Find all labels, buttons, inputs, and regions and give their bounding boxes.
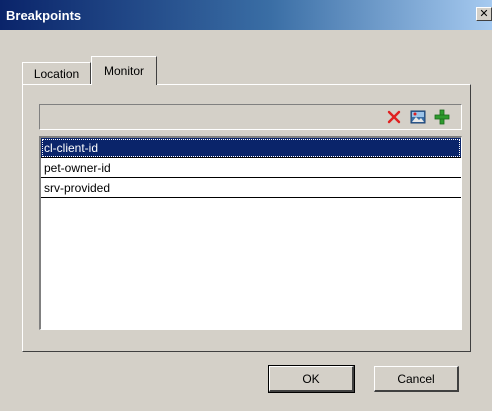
window-title: Breakpoints bbox=[6, 7, 82, 23]
cancel-button-label: Cancel bbox=[397, 371, 435, 386]
close-button[interactable]: ✕ bbox=[476, 7, 492, 21]
monitor-tab-panel: cl-client-id pet-owner-id srv-provided bbox=[22, 84, 471, 352]
breakpoints-dialog: Breakpoints ✕ Location Monitor cl-client… bbox=[0, 0, 492, 411]
close-icon: ✕ bbox=[479, 7, 489, 20]
cancel-button[interactable]: Cancel bbox=[374, 366, 459, 392]
title-bar[interactable]: Breakpoints ✕ bbox=[0, 0, 492, 30]
list-item[interactable]: srv-provided bbox=[41, 178, 461, 198]
ok-button-label: OK bbox=[302, 371, 320, 386]
list-item[interactable]: cl-client-id bbox=[41, 138, 461, 158]
list-item-label: pet-owner-id bbox=[44, 160, 111, 175]
image-icon[interactable] bbox=[410, 109, 426, 125]
list-toolbar bbox=[39, 104, 462, 130]
tab-monitor-label: Monitor bbox=[103, 64, 144, 78]
list-item-label: srv-provided bbox=[44, 180, 111, 195]
delete-icon[interactable] bbox=[386, 109, 402, 125]
tab-location-label: Location bbox=[33, 66, 80, 81]
add-icon[interactable] bbox=[434, 109, 450, 125]
list-item[interactable]: pet-owner-id bbox=[41, 158, 461, 178]
monitor-list[interactable]: cl-client-id pet-owner-id srv-provided bbox=[39, 136, 462, 330]
tab-location[interactable]: Location bbox=[22, 62, 91, 84]
ok-button[interactable]: OK bbox=[268, 365, 355, 393]
list-item-label: cl-client-id bbox=[44, 140, 99, 155]
tab-monitor[interactable]: Monitor bbox=[91, 56, 157, 85]
